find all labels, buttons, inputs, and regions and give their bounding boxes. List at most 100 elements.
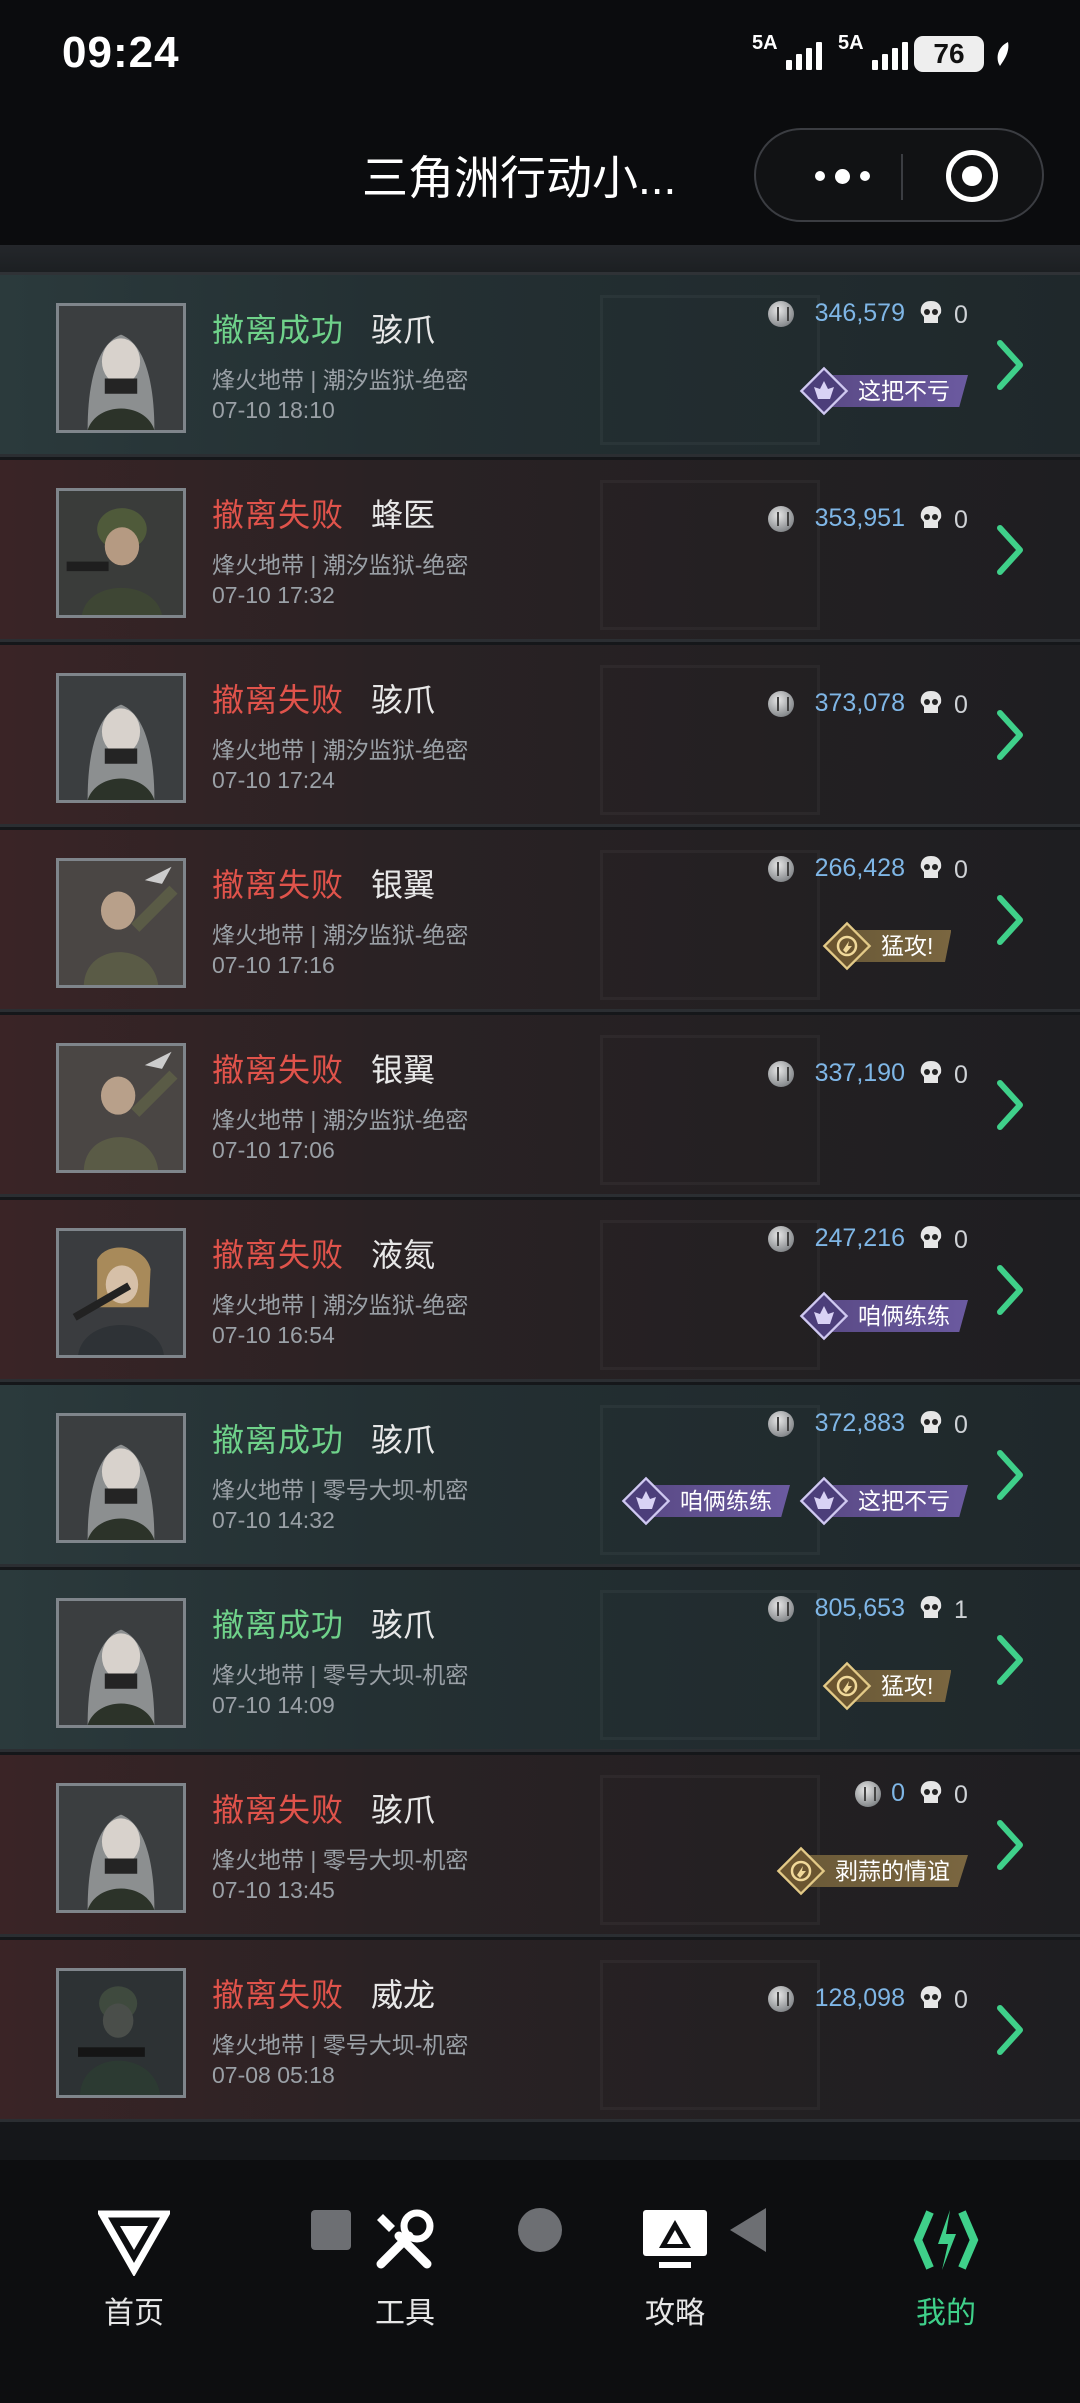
kill-count: 0 bbox=[954, 691, 968, 719]
extraction-status: 撤离成功 bbox=[212, 1607, 345, 1643]
skull-icon bbox=[920, 1061, 942, 1083]
match-record-row[interactable]: 撤离失败 银翼 烽火地带 | 潮汐监狱-绝密 07-10 17:06 337,190 0 bbox=[0, 1015, 1080, 1197]
operator-name: 骇爪 bbox=[371, 1607, 436, 1643]
loot-value: 337,190 bbox=[814, 1059, 905, 1087]
extraction-status: 撤离成功 bbox=[212, 1422, 345, 1458]
power-saving-icon bbox=[997, 42, 1009, 66]
chevron-right-icon[interactable] bbox=[990, 2002, 1030, 2058]
map-name: 烽火地带 | 零号大坝-机密 bbox=[212, 1477, 469, 1503]
loot-value: 128,098 bbox=[814, 1984, 905, 2012]
match-time: 07-08 05:18 bbox=[212, 2062, 335, 2088]
operator-avatar bbox=[56, 1968, 186, 2098]
delta-logo-icon bbox=[98, 2210, 170, 2276]
chevron-right-icon[interactable] bbox=[990, 1632, 1030, 1688]
operator-name: 蜂医 bbox=[371, 497, 436, 533]
coin-icon bbox=[767, 301, 794, 327]
nav-home[interactable]: 首页 bbox=[64, 2204, 204, 2334]
operator-avatar bbox=[56, 673, 186, 803]
extraction-status: 撤离成功 bbox=[212, 312, 345, 348]
extraction-status: 撤离失败 bbox=[212, 867, 345, 903]
extraction-status: 撤离失败 bbox=[212, 1977, 345, 2013]
operator-name: 银翼 bbox=[371, 867, 436, 903]
skull-icon bbox=[920, 1596, 942, 1618]
match-record-row[interactable]: 撤离失败 威龙 烽火地带 | 零号大坝-机密 07-08 05:18 128,098 0 bbox=[0, 1940, 1080, 2122]
background-crate bbox=[600, 480, 820, 630]
match-time: 07-10 16:54 bbox=[212, 1322, 335, 1348]
loot-value: 373,078 bbox=[814, 689, 905, 717]
operator-name: 液氮 bbox=[371, 1237, 436, 1273]
match-record-row[interactable]: 撤离成功 骇爪 烽火地带 | 零号大坝-机密 07-10 14:09 805,653 1 … bbox=[0, 1570, 1080, 1752]
operator-avatar bbox=[56, 1043, 186, 1173]
match-record-row[interactable]: 撤离失败 液氮 烽火地带 | 潮汐监狱-绝密 07-10 16:54 247,216 0 … bbox=[0, 1200, 1080, 1382]
battery-icon: 76 bbox=[914, 36, 984, 72]
operator-name: 骇爪 bbox=[371, 1792, 436, 1828]
chevron-right-icon[interactable] bbox=[990, 522, 1030, 578]
match-time: 07-10 14:09 bbox=[212, 1692, 335, 1718]
match-record-row[interactable]: 撤离失败 骇爪 烽火地带 | 零号大坝-机密 07-10 13:45 0 0 剥蒜的情谊 bbox=[0, 1755, 1080, 1937]
sim2-label: 5A bbox=[838, 32, 864, 54]
coin-icon bbox=[767, 1596, 794, 1622]
background-crate bbox=[600, 1960, 820, 2110]
guide-monitor-icon bbox=[643, 2210, 707, 2268]
nav-tools[interactable]: 工具 bbox=[335, 2204, 475, 2334]
coin-icon bbox=[767, 856, 794, 882]
loot-value: 372,883 bbox=[814, 1409, 905, 1437]
back-button[interactable] bbox=[730, 2208, 766, 2252]
skull-icon bbox=[920, 1781, 942, 1803]
chevron-right-icon[interactable] bbox=[990, 337, 1030, 393]
nav-tools-label: 工具 bbox=[375, 2297, 435, 2330]
match-record-row[interactable]: 撤离失败 骇爪 烽火地带 | 潮汐监狱-绝密 07-10 17:24 373,078 0 bbox=[0, 645, 1080, 827]
operator-name: 威龙 bbox=[371, 1977, 436, 2013]
nav-profile[interactable]: 我的 bbox=[876, 2204, 1016, 2334]
extraction-status: 撤离失败 bbox=[212, 682, 345, 718]
recent-apps-button[interactable] bbox=[311, 2210, 351, 2250]
match-record-row[interactable]: 撤离失败 蜂医 烽火地带 | 潮汐监狱-绝密 07-10 17:32 353,951 0 bbox=[0, 460, 1080, 642]
chevron-right-icon[interactable] bbox=[990, 707, 1030, 763]
skull-icon bbox=[920, 691, 942, 713]
home-button[interactable] bbox=[518, 2208, 562, 2252]
match-time: 07-10 18:10 bbox=[212, 397, 335, 423]
chevron-right-icon[interactable] bbox=[990, 1817, 1030, 1873]
loot-value: 346,579 bbox=[814, 299, 905, 327]
more-icon[interactable] bbox=[802, 158, 882, 194]
mini-program-header: 三角洲行动小... bbox=[0, 110, 1080, 245]
bottom-navigation: 首页 工具 攻略 我的 bbox=[0, 2160, 1080, 2403]
loot-value: 353,951 bbox=[814, 504, 905, 532]
profile-logo-icon bbox=[913, 2210, 979, 2270]
loot-value: 0 bbox=[891, 1779, 905, 1807]
operator-avatar bbox=[56, 1598, 186, 1728]
skull-icon bbox=[920, 1986, 942, 2008]
match-time: 07-10 17:32 bbox=[212, 582, 335, 608]
nav-guide[interactable]: 攻略 bbox=[605, 2204, 745, 2334]
coin-icon bbox=[767, 1986, 794, 2012]
extraction-status: 撤离失败 bbox=[212, 497, 345, 533]
operator-avatar bbox=[56, 1228, 186, 1358]
match-record-row[interactable]: 撤离成功 骇爪 烽火地带 | 潮汐监狱-绝密 07-10 18:10 346,579 0 … bbox=[0, 275, 1080, 457]
close-target-icon[interactable] bbox=[946, 150, 998, 202]
skull-icon bbox=[920, 1226, 942, 1248]
capsule-divider bbox=[901, 154, 903, 200]
match-record-row[interactable]: 撤离失败 银翼 烽火地带 | 潮汐监狱-绝密 07-10 17:16 266,428 0 … bbox=[0, 830, 1080, 1012]
coin-icon bbox=[854, 1781, 881, 1807]
chevron-right-icon[interactable] bbox=[990, 1262, 1030, 1318]
operator-name: 银翼 bbox=[371, 1052, 436, 1088]
operator-name: 骇爪 bbox=[371, 682, 436, 718]
coin-icon bbox=[767, 1061, 794, 1087]
coin-icon bbox=[767, 1411, 794, 1437]
map-name: 烽火地带 | 潮汐监狱-绝密 bbox=[212, 1107, 469, 1133]
map-name: 烽火地带 | 零号大坝-机密 bbox=[212, 1847, 469, 1873]
operator-avatar bbox=[56, 488, 186, 618]
background-crate bbox=[600, 665, 820, 815]
match-record-row[interactable]: 撤离成功 骇爪 烽火地带 | 零号大坝-机密 07-10 14:32 372,883 0 … bbox=[0, 1385, 1080, 1567]
operator-avatar bbox=[56, 303, 186, 433]
chevron-right-icon[interactable] bbox=[990, 892, 1030, 948]
chevron-right-icon[interactable] bbox=[990, 1447, 1030, 1503]
loot-value: 247,216 bbox=[814, 1224, 905, 1252]
operator-avatar bbox=[56, 858, 186, 988]
match-time: 07-10 17:06 bbox=[212, 1137, 335, 1163]
nav-guide-label: 攻略 bbox=[645, 2297, 705, 2330]
coin-icon bbox=[767, 691, 794, 717]
operator-avatar bbox=[56, 1783, 186, 1913]
match-time: 07-10 17:24 bbox=[212, 767, 335, 793]
chevron-right-icon[interactable] bbox=[990, 1077, 1030, 1133]
